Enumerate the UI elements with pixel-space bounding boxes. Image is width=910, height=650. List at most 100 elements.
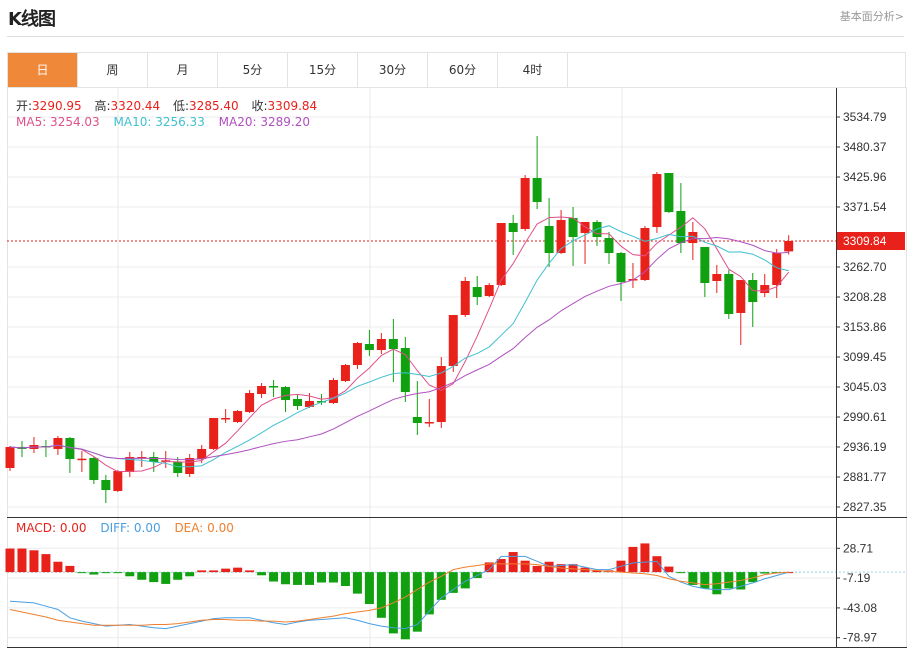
- ma-legend: MA5: 3254.03 MA10: 3256.33 MA20: 3289.20: [16, 115, 320, 129]
- candle: [448, 315, 458, 373]
- candle-body: [520, 178, 530, 230]
- macd-bar: [89, 572, 99, 575]
- candle-body: [113, 470, 123, 491]
- candle-body: [5, 446, 15, 468]
- candle: [784, 235, 794, 255]
- candle: [520, 174, 530, 231]
- candle-body: [101, 480, 111, 490]
- candle: [424, 398, 434, 427]
- candle-body: [424, 422, 434, 424]
- candle-body: [712, 274, 722, 282]
- macd-bar: [364, 572, 374, 605]
- macd-bar: [5, 548, 15, 573]
- candle: [484, 282, 494, 297]
- candle: [712, 265, 722, 294]
- macd-bar: [137, 572, 147, 580]
- candle-body: [580, 222, 590, 233]
- macd-y-tick-label: -7.19: [843, 571, 871, 585]
- candle: [376, 332, 386, 354]
- candle-body: [664, 173, 674, 213]
- candle-body: [233, 410, 243, 423]
- candle-body: [245, 393, 255, 412]
- macd-bar: [233, 567, 243, 573]
- candle-body: [376, 338, 386, 351]
- close-value: 3309.84: [267, 99, 318, 113]
- candle: [209, 417, 219, 451]
- candle: [29, 437, 39, 454]
- candle: [664, 173, 674, 214]
- y-tick-label: 3153.86: [843, 320, 887, 334]
- candle-body: [197, 448, 207, 460]
- candle-body: [388, 338, 398, 350]
- macd-bar: [53, 561, 63, 573]
- macd-bar: [724, 572, 734, 589]
- candle: [233, 410, 243, 424]
- ma10-line: [9, 225, 789, 468]
- candle: [352, 342, 362, 369]
- macd-bar: [29, 550, 39, 573]
- open-label: 开:: [16, 99, 33, 113]
- candle: [460, 276, 470, 318]
- macd-y-tick-label: 28.71: [843, 541, 873, 555]
- macd-bar: [496, 559, 506, 573]
- candle-body: [412, 417, 422, 424]
- candle: [616, 252, 626, 302]
- candle: [101, 474, 111, 504]
- y-tick-label: 3480.37: [843, 140, 887, 154]
- ma5-legend: MA5: 3254.03: [16, 115, 100, 129]
- candle: [724, 269, 734, 319]
- macd-bar: [664, 566, 674, 573]
- ma20-line: [9, 236, 789, 461]
- y-tick-label: 2827.35: [843, 500, 887, 514]
- candle-body: [724, 274, 734, 315]
- open-value: 3290.95: [32, 99, 82, 113]
- candle-body: [448, 315, 458, 367]
- diff-legend-value: DIFF: 0.00: [100, 521, 161, 535]
- candle-body: [221, 417, 231, 420]
- macd-bar: [328, 572, 338, 583]
- y-tick-label: 2990.61: [843, 410, 887, 424]
- macd-bar: [293, 572, 303, 585]
- candle: [508, 215, 518, 255]
- candle: [221, 409, 231, 424]
- macd-bar: [281, 572, 291, 585]
- candle: [17, 440, 27, 458]
- candle: [400, 337, 410, 403]
- candle-body: [484, 285, 494, 296]
- macd-bar: [113, 572, 123, 574]
- candle-body: [53, 438, 63, 449]
- candle-body: [784, 241, 794, 252]
- candle: [700, 246, 710, 297]
- y-tick-label: 2881.77: [843, 470, 887, 484]
- macd-bar: [149, 572, 159, 583]
- macd-bar: [221, 568, 231, 573]
- close-label: 收:: [251, 99, 268, 113]
- ma20-legend: MA20: 3289.20: [218, 115, 310, 129]
- macd-bar: [376, 572, 386, 618]
- macd-bar: [257, 572, 267, 576]
- candle: [412, 381, 422, 435]
- macd-bar: [400, 572, 410, 640]
- candle-body: [508, 223, 518, 232]
- candle: [640, 225, 650, 282]
- candle: [161, 451, 171, 468]
- candle-body: [460, 281, 470, 316]
- candle: [652, 172, 662, 233]
- high-label: 高:: [94, 99, 111, 113]
- candle-body: [532, 178, 542, 203]
- macd-bar: [65, 565, 75, 573]
- candle-body: [700, 246, 710, 283]
- candle-body: [209, 417, 219, 449]
- ma5-line: [9, 216, 790, 473]
- macd-bar: [628, 546, 638, 573]
- candle: [77, 451, 87, 473]
- candle: [293, 395, 303, 411]
- candle: [245, 389, 255, 413]
- candle: [748, 273, 758, 327]
- candle: [328, 377, 338, 404]
- candle: [568, 207, 578, 267]
- candle-body: [604, 238, 614, 253]
- macd-bar: [305, 572, 314, 585]
- macd-bar: [269, 572, 279, 582]
- ma10-legend: MA10: 3256.33: [113, 115, 205, 129]
